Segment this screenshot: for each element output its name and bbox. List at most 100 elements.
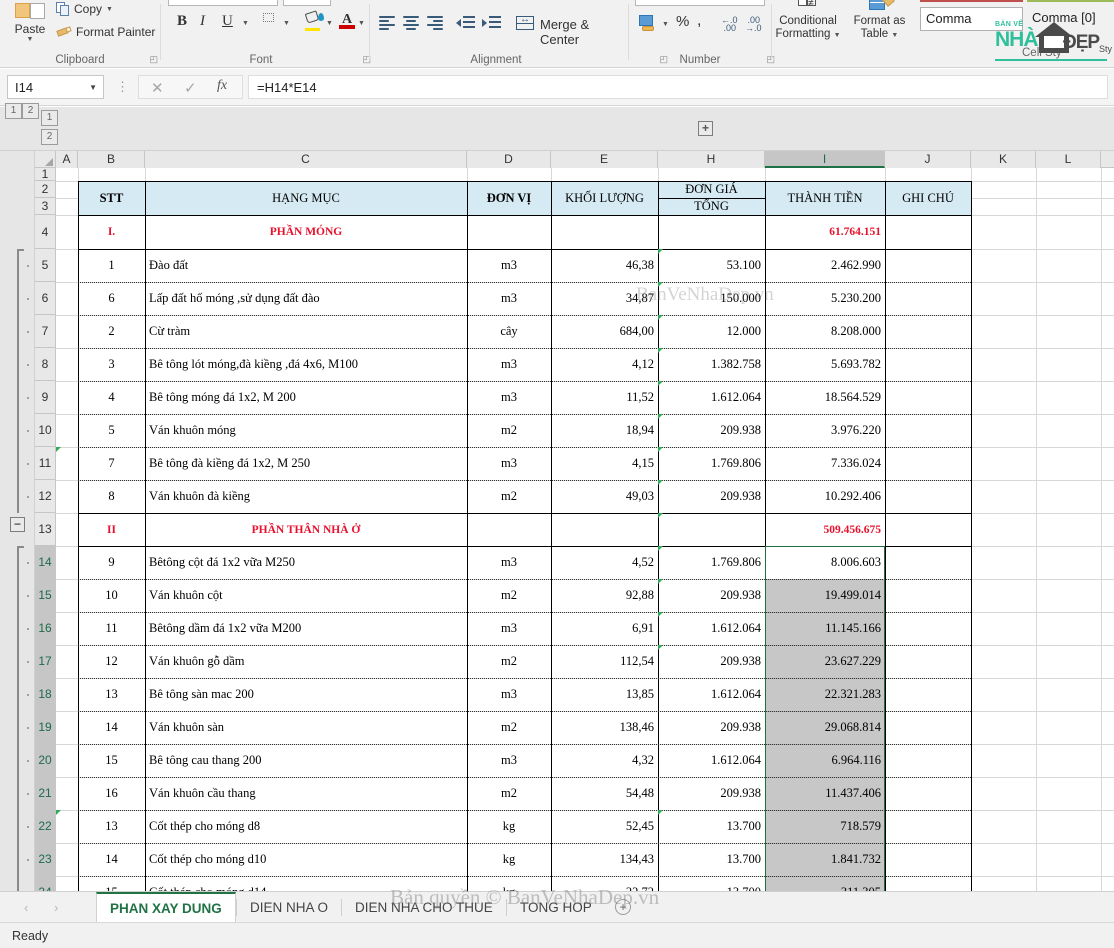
row-header-9[interactable]: 9 [35, 381, 56, 414]
conditional-formatting-button[interactable]: ≠ Conditional Formatting ▼ [772, 0, 844, 42]
cell-unit-row21[interactable]: m2 [467, 777, 551, 810]
cell-unit-row9[interactable]: m3 [467, 381, 551, 414]
cell-name-row9[interactable]: Bê tông móng đá 1x2, M 200 [145, 381, 467, 414]
row-header-18[interactable]: 18 [35, 678, 56, 711]
cell-stt-row5[interactable]: 1 [78, 249, 145, 282]
cell-total-row9[interactable]: 18.564.529 [765, 381, 885, 414]
row-header-13[interactable]: 13 [35, 513, 56, 546]
cell-price-row23[interactable]: 13.700 [658, 843, 765, 876]
name-box-caret-icon[interactable]: ▼ [89, 76, 97, 99]
cell-qty-row17[interactable]: 112,54 [551, 645, 658, 678]
cell-stt-row19[interactable]: 14 [78, 711, 145, 744]
cell-stt-row16[interactable]: 11 [78, 612, 145, 645]
cell-name-row17[interactable]: Ván khuôn gỗ dầm [145, 645, 467, 678]
cell-qty-row16[interactable]: 6,91 [551, 612, 658, 645]
cell-qty-row10[interactable]: 18,94 [551, 414, 658, 447]
cell-price-row9[interactable]: 1.612.064 [658, 381, 765, 414]
cell-qty-row15[interactable]: 92,88 [551, 579, 658, 612]
add-sheet-button[interactable]: + [615, 899, 631, 915]
cell-price-row6[interactable]: 150.000 [658, 282, 765, 315]
paste-caret-icon[interactable]: ▼ [4, 36, 56, 44]
row-header-11[interactable]: 11 [35, 447, 56, 480]
cell-name-row24[interactable]: Cốt thép cho móng d14 [145, 876, 467, 891]
cell-price-row22[interactable]: 13.700 [658, 810, 765, 843]
header-hang-muc[interactable]: HẠNG MỤC [145, 181, 467, 215]
cell-qty-row23[interactable]: 134,43 [551, 843, 658, 876]
cell-name-row11[interactable]: Bê tông đà kiềng đá 1x2, M 250 [145, 447, 467, 480]
row-header-15[interactable]: 15 [35, 579, 56, 612]
cell-qty-row22[interactable]: 52,45 [551, 810, 658, 843]
cell-name-row12[interactable]: Ván khuôn đà kiềng [145, 480, 467, 513]
fill-color-caret-icon[interactable]: ▼ [326, 20, 333, 27]
cell-price-row11[interactable]: 1.769.806 [658, 447, 765, 480]
cell-name-row8[interactable]: Bê tông lót móng,đà kiềng ,đá 4x6, M100 [145, 348, 467, 381]
italic-button[interactable]: I [200, 13, 205, 30]
cell-name-row19[interactable]: Ván khuôn sàn [145, 711, 467, 744]
cell-total-row11[interactable]: 7.336.024 [765, 447, 885, 480]
cell-unit-row17[interactable]: m2 [467, 645, 551, 678]
row-header-4[interactable]: 4 [35, 215, 56, 249]
fill-color-icon[interactable] [304, 10, 324, 31]
cell-qty-row20[interactable]: 4,32 [551, 744, 658, 777]
cell-stt-row9[interactable]: 4 [78, 381, 145, 414]
header-don-vi[interactable]: ĐƠN VỊ [467, 181, 551, 215]
row-header-8[interactable]: 8 [35, 348, 56, 381]
cell-unit-row16[interactable]: m3 [467, 612, 551, 645]
outline-row-level-2[interactable]: 2 [22, 103, 39, 119]
cell-unit-row6[interactable]: m3 [467, 282, 551, 315]
formula-input[interactable]: =H14*E14 [248, 75, 1108, 99]
cell-name-row13[interactable]: PHẦN THÂN NHÀ Ở [145, 513, 467, 546]
cell-name-row7[interactable]: Cừ tràm [145, 315, 467, 348]
accounting-caret-icon[interactable]: ▼ [662, 21, 669, 28]
align-left-icon[interactable] [378, 16, 396, 30]
cell-stt-row7[interactable]: 2 [78, 315, 145, 348]
column-header-B[interactable]: B [78, 151, 145, 168]
font-color-caret-icon[interactable]: ▼ [358, 20, 365, 27]
cell-unit-row23[interactable]: kg [467, 843, 551, 876]
cell-stt-row10[interactable]: 5 [78, 414, 145, 447]
cell-price-row15[interactable]: 209.938 [658, 579, 765, 612]
cell-qty-row24[interactable]: 22,72 [551, 876, 658, 891]
copy-caret-icon[interactable]: ▼ [106, 6, 113, 13]
column-header-I[interactable]: I [765, 151, 885, 168]
conditional-formatting-caret-icon[interactable]: ▼ [834, 32, 841, 39]
row-header-24[interactable]: 24 [35, 876, 56, 891]
cell-qty-row9[interactable]: 11,52 [551, 381, 658, 414]
cancel-icon[interactable]: ✕ [151, 79, 164, 97]
cell-qty-row21[interactable]: 54,48 [551, 777, 658, 810]
header-thanh-tien[interactable]: THÀNH TIỀN [765, 181, 885, 215]
cell-price-row19[interactable]: 209.938 [658, 711, 765, 744]
next-sheet-icon[interactable]: › [54, 900, 58, 915]
column-header-J[interactable]: J [885, 151, 971, 168]
font-color-icon[interactable]: A [339, 10, 355, 30]
copy-button[interactable]: Copy ▼ [56, 2, 113, 16]
prev-sheet-icon[interactable]: ‹ [24, 900, 28, 915]
cell-unit-row10[interactable]: m2 [467, 414, 551, 447]
cell-name-row16[interactable]: Bêtông dầm đá 1x2 vữa M200 [145, 612, 467, 645]
format-as-table-button[interactable]: Format as Table ▼ [847, 0, 912, 42]
column-header-D[interactable]: D [467, 151, 551, 168]
cell-total-row6[interactable]: 5.230.200 [765, 282, 885, 315]
cell-stt-row13[interactable]: II [78, 513, 145, 546]
column-header-H[interactable]: H [658, 151, 765, 168]
format-painter-button[interactable]: Format Painter [56, 25, 155, 39]
row-header-12[interactable]: 12 [35, 480, 56, 513]
outline-col-level-2[interactable]: 2 [41, 129, 58, 145]
row-header-10[interactable]: 10 [35, 414, 56, 447]
name-box[interactable]: I14 ▼ [7, 75, 104, 99]
cell-unit-row12[interactable]: m2 [467, 480, 551, 513]
cell-stt-row15[interactable]: 10 [78, 579, 145, 612]
cell-total-row10[interactable]: 3.976.220 [765, 414, 885, 447]
row-header-16[interactable]: 16 [35, 612, 56, 645]
insert-function-icon[interactable]: fx [217, 78, 227, 94]
cell-stt-row6[interactable]: 6 [78, 282, 145, 315]
row-header-14[interactable]: 14 [35, 546, 56, 579]
accounting-format-icon[interactable] [639, 15, 659, 31]
cell-stt-row14[interactable]: 9 [78, 546, 145, 579]
outline-row-level-1[interactable]: 1 [5, 103, 22, 119]
cell-qty-row5[interactable]: 46,38 [551, 249, 658, 282]
cell-qty-row7[interactable]: 684,00 [551, 315, 658, 348]
cell-stt-row23[interactable]: 14 [78, 843, 145, 876]
cell-total-row8[interactable]: 5.693.782 [765, 348, 885, 381]
cell-price-row18[interactable]: 1.612.064 [658, 678, 765, 711]
